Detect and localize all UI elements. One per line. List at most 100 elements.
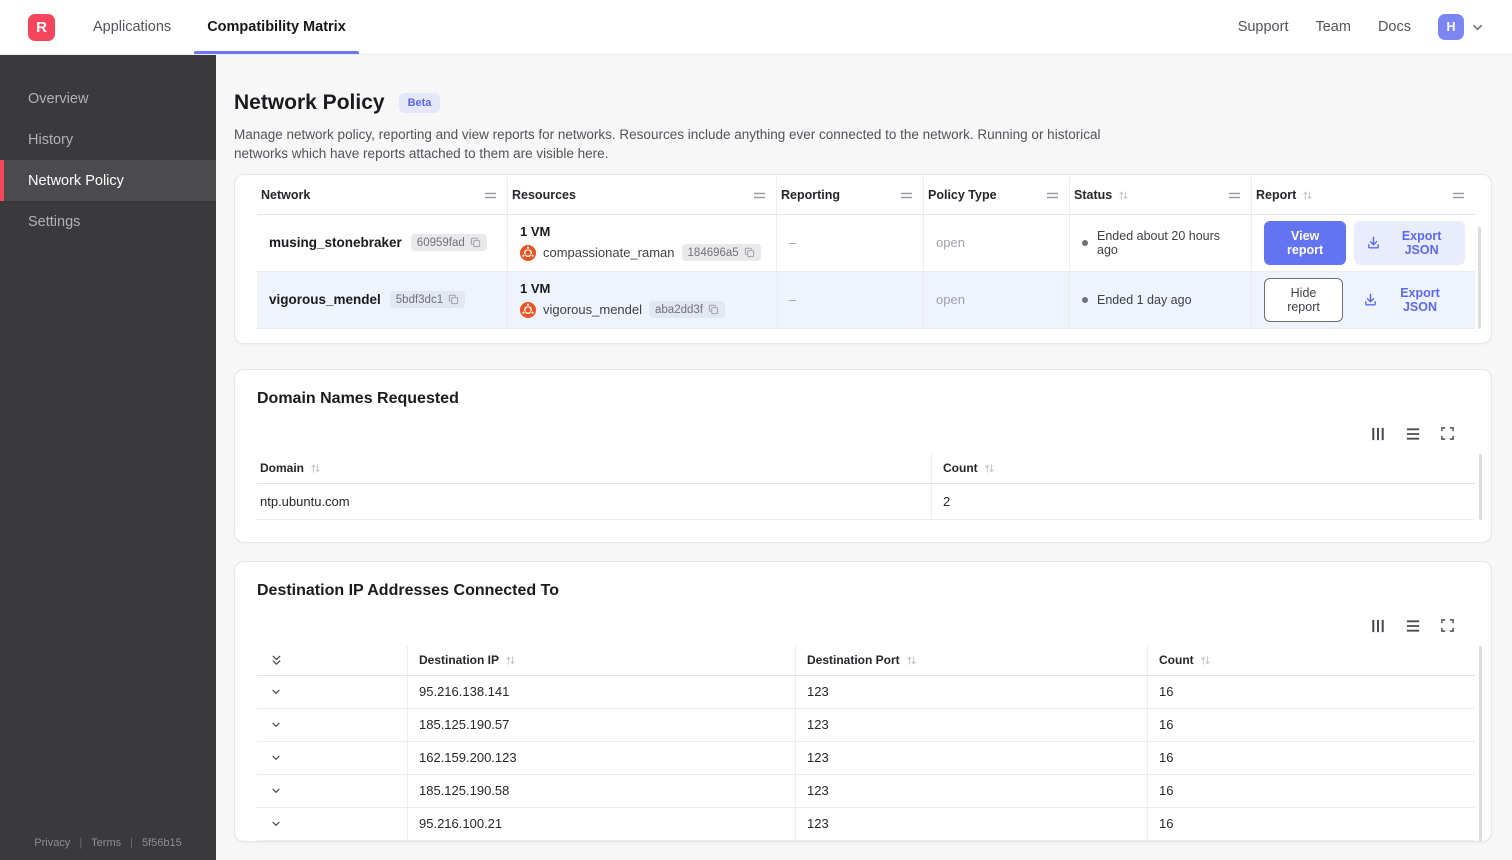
avatar[interactable]: H xyxy=(1438,14,1464,40)
double-chevron-down-icon xyxy=(270,654,283,667)
column-header-status[interactable]: Status xyxy=(1069,176,1251,215)
ip-value: 185.125.190.58 xyxy=(407,774,795,807)
table-row[interactable]: 95.216.100.21 123 16 xyxy=(257,807,1475,841)
count-value: 16 xyxy=(1147,741,1475,774)
resources-cell: 1 VM compassionate_raman 184696a5 xyxy=(507,214,776,272)
row-expander[interactable] xyxy=(257,676,407,708)
sidebar-item-overview[interactable]: Overview xyxy=(0,78,216,119)
copy-icon[interactable] xyxy=(470,237,481,248)
column-header-domain[interactable]: Domain xyxy=(257,454,931,483)
column-header-resources[interactable]: Resources xyxy=(507,176,776,215)
domain-value: ntp.ubuntu.com xyxy=(260,493,350,509)
table-row[interactable]: ntp.ubuntu.com 2 xyxy=(257,483,1475,520)
column-menu-icon[interactable] xyxy=(484,191,497,200)
column-menu-icon[interactable] xyxy=(1452,191,1465,200)
footer-divider: | xyxy=(79,837,83,849)
column-header-count[interactable]: Count xyxy=(1147,645,1475,675)
expand-icon[interactable] xyxy=(1440,618,1455,633)
export-json-button[interactable]: Export JSON xyxy=(1354,220,1465,265)
navbar-right: Support Team Docs H xyxy=(1238,14,1512,40)
sort-icon[interactable] xyxy=(1118,190,1129,201)
sort-icon[interactable] xyxy=(1200,655,1211,666)
column-header-count[interactable]: Count xyxy=(931,453,1475,483)
primary-tabs: Applications Compatibility Matrix xyxy=(75,0,364,54)
column-header-policy-type[interactable]: Policy Type xyxy=(923,176,1069,215)
hide-report-button[interactable]: Hide report xyxy=(1264,277,1344,322)
copy-icon[interactable] xyxy=(448,294,459,305)
chevron-down-icon xyxy=(270,752,282,764)
port-value: 123 xyxy=(795,741,1147,774)
row-expander[interactable] xyxy=(257,808,407,840)
column-header-reporting[interactable]: Reporting xyxy=(776,176,923,215)
sidebar-item-network-policy[interactable]: Network Policy xyxy=(0,160,216,201)
column-menu-icon[interactable] xyxy=(1046,191,1059,200)
copy-icon[interactable] xyxy=(708,304,719,315)
table-row[interactable]: 185.125.190.58 123 16 xyxy=(257,774,1475,808)
resource-name: compassionate_raman xyxy=(543,245,675,261)
sort-icon[interactable] xyxy=(906,655,917,666)
row-expander[interactable] xyxy=(257,709,407,741)
sort-icon[interactable] xyxy=(505,655,516,666)
column-header-report[interactable]: Report xyxy=(1251,176,1475,215)
network-hash-pill: 60959fad xyxy=(410,234,487,252)
domains-card: Domain Names Requested Domain Count ntp.… xyxy=(234,368,1492,543)
column-header-destination-ip[interactable]: Destination IP xyxy=(407,645,795,675)
columns-icon[interactable] xyxy=(1370,426,1386,442)
table-row[interactable]: 185.125.190.57 123 16 xyxy=(257,708,1475,742)
copy-icon[interactable] xyxy=(744,247,755,258)
ip-value: 95.216.100.21 xyxy=(407,807,795,840)
export-json-button[interactable]: Export JSON xyxy=(1351,278,1465,322)
column-header-destination-port[interactable]: Destination Port xyxy=(795,645,1147,675)
sort-icon[interactable] xyxy=(1302,190,1313,201)
expand-icon[interactable] xyxy=(1440,426,1455,441)
app-logo[interactable]: R xyxy=(28,13,55,41)
beta-badge: Beta xyxy=(398,93,441,113)
user-menu[interactable]: H xyxy=(1438,14,1484,40)
sort-icon[interactable] xyxy=(310,463,321,474)
chevron-down-icon xyxy=(270,719,282,731)
view-report-button[interactable]: View report xyxy=(1264,220,1347,265)
footer-divider: | xyxy=(130,837,133,849)
chevron-down-icon xyxy=(270,818,282,830)
sidebar-item-history[interactable]: History xyxy=(0,119,216,160)
privacy-link[interactable]: Privacy xyxy=(34,837,70,849)
sidebar-item-settings[interactable]: Settings xyxy=(0,201,216,242)
column-menu-icon[interactable] xyxy=(900,191,913,200)
status-dot xyxy=(1082,296,1088,303)
networks-card: Network Resources Reporting Policy Type … xyxy=(234,173,1492,344)
sort-icon[interactable] xyxy=(984,463,995,474)
support-link[interactable]: Support xyxy=(1238,19,1289,35)
expand-all-toggle[interactable] xyxy=(257,646,407,675)
scrollbar[interactable] xyxy=(1478,226,1481,329)
sidebar: Overview History Network Policy Settings… xyxy=(0,55,216,860)
terms-link[interactable]: Terms xyxy=(91,837,121,849)
tab-compatibility-matrix[interactable]: Compatibility Matrix xyxy=(189,0,364,54)
columns-icon[interactable] xyxy=(1370,618,1386,634)
row-expander[interactable] xyxy=(257,742,407,774)
rows-icon[interactable] xyxy=(1405,618,1421,634)
table-row[interactable]: 95.216.138.141 123 16 xyxy=(257,675,1475,709)
report-cell: View report Export JSON xyxy=(1251,214,1475,272)
table-row[interactable]: 162.159.200.123 123 16 xyxy=(257,741,1475,775)
rows-icon[interactable] xyxy=(1405,426,1421,442)
chevron-down-icon xyxy=(270,785,282,797)
top-navbar: R Applications Compatibility Matrix Supp… xyxy=(0,0,1512,55)
team-link[interactable]: Team xyxy=(1315,19,1350,35)
status-cell: Ended about 20 hours ago xyxy=(1069,214,1251,272)
scrollbar[interactable] xyxy=(1479,453,1482,520)
column-header-network[interactable]: Network xyxy=(257,177,507,215)
tab-applications[interactable]: Applications xyxy=(75,0,189,54)
column-menu-icon[interactable] xyxy=(753,191,766,200)
docs-link[interactable]: Docs xyxy=(1378,19,1411,35)
download-icon xyxy=(1366,235,1381,250)
page-title: Network Policy xyxy=(234,91,385,114)
port-value: 123 xyxy=(795,807,1147,840)
page-header: Network Policy Beta Manage network polic… xyxy=(234,55,1492,164)
ip-value: 95.216.138.141 xyxy=(407,675,795,708)
column-menu-icon[interactable] xyxy=(1228,191,1241,200)
report-cell: Hide report Export JSON xyxy=(1251,271,1475,329)
download-icon xyxy=(1363,292,1378,307)
row-expander[interactable] xyxy=(257,775,407,807)
destinations-card-title: Destination IP Addresses Connected To xyxy=(257,581,559,599)
scrollbar[interactable] xyxy=(1479,645,1482,841)
